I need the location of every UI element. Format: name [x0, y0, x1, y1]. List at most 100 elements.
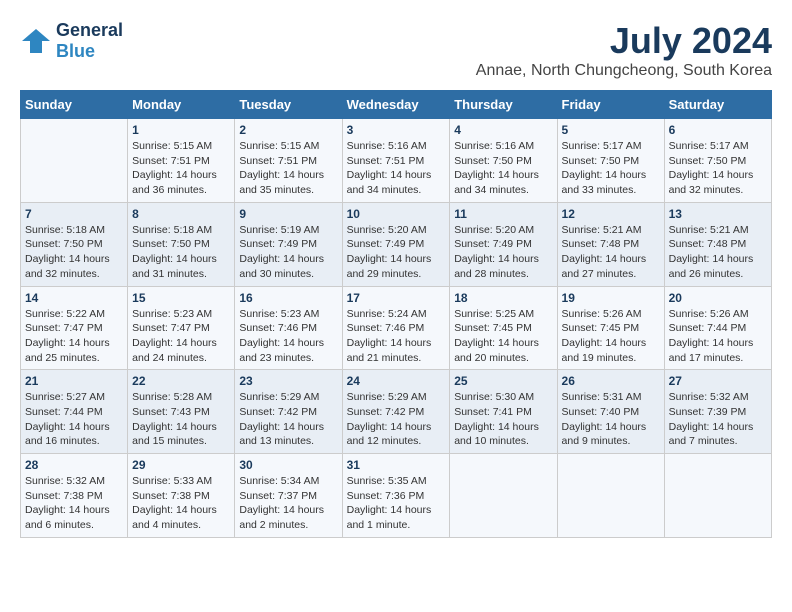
- day-info: Sunrise: 5:20 AMSunset: 7:49 PMDaylight:…: [347, 223, 446, 282]
- weekday-header-wednesday: Wednesday: [342, 91, 450, 119]
- day-number: 18: [454, 291, 552, 305]
- calendar-week-row: 28 Sunrise: 5:32 AMSunset: 7:38 PMDayligh…: [21, 454, 772, 538]
- calendar-cell: 22 Sunrise: 5:28 AMSunset: 7:43 PMDayligh…: [128, 370, 235, 454]
- day-number: 10: [347, 207, 446, 221]
- day-info: Sunrise: 5:23 AMSunset: 7:47 PMDaylight:…: [132, 307, 230, 366]
- day-number: 12: [562, 207, 660, 221]
- day-number: 26: [562, 374, 660, 388]
- title-block: July 2024 Annae, North Chungcheong, Sout…: [476, 20, 772, 80]
- day-number: 21: [25, 374, 123, 388]
- day-info: Sunrise: 5:27 AMSunset: 7:44 PMDaylight:…: [25, 390, 123, 449]
- day-number: 28: [25, 458, 123, 472]
- calendar-cell: 1Sunrise: 5:15 AMSunset: 7:51 PMDaylight…: [128, 119, 235, 203]
- calendar-cell: 12 Sunrise: 5:21 AMSunset: 7:48 PMDayligh…: [557, 202, 664, 286]
- page-container: General Blue July 2024 Annae, North Chun…: [20, 20, 772, 538]
- logo-text: General Blue: [56, 20, 123, 62]
- day-info: Sunrise: 5:28 AMSunset: 7:43 PMDaylight:…: [132, 390, 230, 449]
- calendar-cell: 16 Sunrise: 5:23 AMSunset: 7:46 PMDayligh…: [235, 286, 342, 370]
- calendar-table: SundayMondayTuesdayWednesdayThursdayFrid…: [20, 90, 772, 538]
- calendar-cell: 19 Sunrise: 5:26 AMSunset: 7:45 PMDayligh…: [557, 286, 664, 370]
- day-info: Sunrise: 5:33 AMSunset: 7:38 PMDaylight:…: [132, 474, 230, 533]
- day-number: 29: [132, 458, 230, 472]
- day-info: Sunrise: 5:29 AMSunset: 7:42 PMDaylight:…: [239, 390, 337, 449]
- calendar-cell: 30 Sunrise: 5:34 AMSunset: 7:37 PMDayligh…: [235, 454, 342, 538]
- day-info: Sunrise: 5:29 AMSunset: 7:42 PMDaylight:…: [347, 390, 446, 449]
- location-subtitle: Annae, North Chungcheong, South Korea: [476, 62, 772, 80]
- calendar-cell: 25 Sunrise: 5:30 AMSunset: 7:41 PMDayligh…: [450, 370, 557, 454]
- calendar-cell: 29 Sunrise: 5:33 AMSunset: 7:38 PMDayligh…: [128, 454, 235, 538]
- day-number: 3: [347, 123, 446, 137]
- day-info: Sunrise: 5:15 AMSunset: 7:51 PMDaylight:…: [239, 139, 337, 198]
- day-number: 17: [347, 291, 446, 305]
- calendar-cell: [450, 454, 557, 538]
- day-info: Sunrise: 5:22 AMSunset: 7:47 PMDaylight:…: [25, 307, 123, 366]
- calendar-cell: 27 Sunrise: 5:32 AMSunset: 7:39 PMDayligh…: [664, 370, 771, 454]
- day-info: Sunrise: 5:32 AMSunset: 7:39 PMDaylight:…: [669, 390, 767, 449]
- calendar-cell: [21, 119, 128, 203]
- day-number: 1: [132, 123, 230, 137]
- calendar-cell: 8Sunrise: 5:18 AMSunset: 7:50 PMDaylight…: [128, 202, 235, 286]
- weekday-header-row: SundayMondayTuesdayWednesdayThursdayFrid…: [21, 91, 772, 119]
- day-info: Sunrise: 5:16 AMSunset: 7:51 PMDaylight:…: [347, 139, 446, 198]
- day-number: 27: [669, 374, 767, 388]
- calendar-cell: 6Sunrise: 5:17 AMSunset: 7:50 PMDaylight…: [664, 119, 771, 203]
- day-info: Sunrise: 5:35 AMSunset: 7:36 PMDaylight:…: [347, 474, 446, 533]
- day-info: Sunrise: 5:21 AMSunset: 7:48 PMDaylight:…: [562, 223, 660, 282]
- day-number: 30: [239, 458, 337, 472]
- calendar-cell: 10 Sunrise: 5:20 AMSunset: 7:49 PMDayligh…: [342, 202, 450, 286]
- calendar-cell: 14 Sunrise: 5:22 AMSunset: 7:47 PMDayligh…: [21, 286, 128, 370]
- calendar-week-row: 1 Sunrise: 5:15 AMSunset: 7:51 PMDaylight…: [21, 119, 772, 203]
- calendar-cell: [664, 454, 771, 538]
- calendar-week-row: 14 Sunrise: 5:22 AMSunset: 7:47 PMDayligh…: [21, 286, 772, 370]
- calendar-cell: 3 Sunrise: 5:16 AMSunset: 7:51 PMDaylight…: [342, 119, 450, 203]
- day-info: Sunrise: 5:23 AMSunset: 7:46 PMDaylight:…: [239, 307, 337, 366]
- calendar-cell: 23Sunrise: 5:29 AMSunset: 7:42 PMDayligh…: [235, 370, 342, 454]
- day-number: 4: [454, 123, 552, 137]
- calendar-week-row: 7Sunrise: 5:18 AMSunset: 7:50 PMDaylight…: [21, 202, 772, 286]
- calendar-cell: 31 Sunrise: 5:35 AMSunset: 7:36 PMDayligh…: [342, 454, 450, 538]
- day-number: 11: [454, 207, 552, 221]
- calendar-cell: 5 Sunrise: 5:17 AMSunset: 7:50 PMDaylight…: [557, 119, 664, 203]
- calendar-cell: 9Sunrise: 5:19 AMSunset: 7:49 PMDaylight…: [235, 202, 342, 286]
- day-number: 14: [25, 291, 123, 305]
- day-number: 5: [562, 123, 660, 137]
- logo-icon: [20, 27, 52, 55]
- weekday-header-monday: Monday: [128, 91, 235, 119]
- day-number: 13: [669, 207, 767, 221]
- day-number: 16: [239, 291, 337, 305]
- day-info: Sunrise: 5:31 AMSunset: 7:40 PMDaylight:…: [562, 390, 660, 449]
- day-number: 31: [347, 458, 446, 472]
- day-info: Sunrise: 5:21 AMSunset: 7:48 PMDaylight:…: [669, 223, 767, 282]
- day-info: Sunrise: 5:32 AMSunset: 7:38 PMDaylight:…: [25, 474, 123, 533]
- weekday-header-thursday: Thursday: [450, 91, 557, 119]
- day-info: Sunrise: 5:18 AMSunset: 7:50 PMDaylight:…: [25, 223, 123, 282]
- day-number: 24: [347, 374, 446, 388]
- day-info: Sunrise: 5:34 AMSunset: 7:37 PMDaylight:…: [239, 474, 337, 533]
- day-number: 15: [132, 291, 230, 305]
- day-number: 19: [562, 291, 660, 305]
- weekday-header-sunday: Sunday: [21, 91, 128, 119]
- day-info: Sunrise: 5:24 AMSunset: 7:46 PMDaylight:…: [347, 307, 446, 366]
- weekday-header-saturday: Saturday: [664, 91, 771, 119]
- calendar-cell: 4 Sunrise: 5:16 AMSunset: 7:50 PMDaylight…: [450, 119, 557, 203]
- day-number: 20: [669, 291, 767, 305]
- calendar-cell: 28 Sunrise: 5:32 AMSunset: 7:38 PMDayligh…: [21, 454, 128, 538]
- logo: General Blue: [20, 20, 123, 62]
- page-header: General Blue July 2024 Annae, North Chun…: [20, 20, 772, 80]
- day-info: Sunrise: 5:26 AMSunset: 7:45 PMDaylight:…: [562, 307, 660, 366]
- calendar-cell: 18 Sunrise: 5:25 AMSunset: 7:45 PMDayligh…: [450, 286, 557, 370]
- day-info: Sunrise: 5:17 AMSunset: 7:50 PMDaylight:…: [562, 139, 660, 198]
- day-info: Sunrise: 5:25 AMSunset: 7:45 PMDaylight:…: [454, 307, 552, 366]
- day-info: Sunrise: 5:16 AMSunset: 7:50 PMDaylight:…: [454, 139, 552, 198]
- day-info: Sunrise: 5:17 AMSunset: 7:50 PMDaylight:…: [669, 139, 767, 198]
- calendar-cell: 7Sunrise: 5:18 AMSunset: 7:50 PMDaylight…: [21, 202, 128, 286]
- day-number: 22: [132, 374, 230, 388]
- day-info: Sunrise: 5:26 AMSunset: 7:44 PMDaylight:…: [669, 307, 767, 366]
- calendar-cell: 15 Sunrise: 5:23 AMSunset: 7:47 PMDayligh…: [128, 286, 235, 370]
- calendar-cell: 24 Sunrise: 5:29 AMSunset: 7:42 PMDayligh…: [342, 370, 450, 454]
- weekday-header-friday: Friday: [557, 91, 664, 119]
- day-info: Sunrise: 5:18 AMSunset: 7:50 PMDaylight:…: [132, 223, 230, 282]
- day-info: Sunrise: 5:20 AMSunset: 7:49 PMDaylight:…: [454, 223, 552, 282]
- day-info: Sunrise: 5:30 AMSunset: 7:41 PMDaylight:…: [454, 390, 552, 449]
- day-number: 25: [454, 374, 552, 388]
